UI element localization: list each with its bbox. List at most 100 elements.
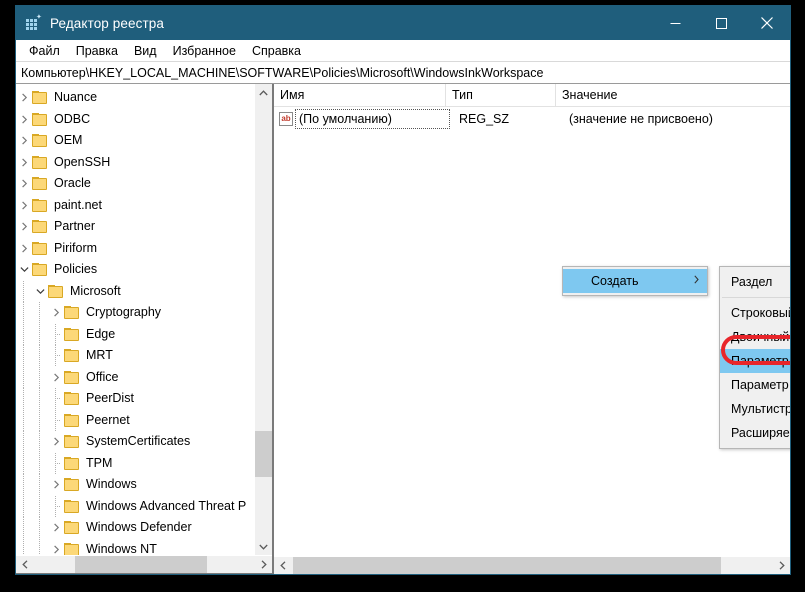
- chevron-right-icon[interactable]: [16, 87, 32, 108]
- values-horizontal-scrollbar[interactable]: [274, 556, 790, 574]
- chevron-right-icon[interactable]: [16, 130, 32, 151]
- column-header-value[interactable]: Значение: [556, 84, 790, 106]
- close-button[interactable]: [744, 6, 790, 40]
- menu-item-help[interactable]: Справка: [244, 43, 309, 59]
- tree-item-paint-net[interactable]: paint.net: [16, 195, 254, 217]
- tree-item-label: Microsoft: [70, 283, 121, 298]
- window-title: Редактор реестра: [50, 15, 164, 31]
- scroll-right-button[interactable]: [255, 556, 272, 573]
- tree-hscroll-track[interactable]: [33, 556, 255, 573]
- chevron-right-icon[interactable]: [48, 517, 64, 538]
- tree-item-tpm[interactable]: TPM: [16, 452, 254, 475]
- context-menu-new[interactable]: Создать: [562, 266, 708, 296]
- tree-item-systemcertificates[interactable]: SystemCertificates: [16, 431, 254, 453]
- tree-item-piriform[interactable]: Piriform: [16, 238, 254, 260]
- chevron-down-icon[interactable]: [16, 259, 32, 280]
- values-scroll-right-button[interactable]: [773, 557, 790, 574]
- menu-item-view[interactable]: Вид: [126, 43, 165, 59]
- context-submenu-item[interactable]: Расширяемый строковый параметр: [720, 421, 790, 445]
- folder-icon: [64, 327, 79, 341]
- tree-indent-guide: [32, 345, 48, 367]
- chevron-right-icon[interactable]: [16, 152, 32, 173]
- tree-item-label: OEM: [54, 133, 83, 148]
- chevron-right-icon[interactable]: [48, 474, 64, 495]
- address-bar[interactable]: Компьютер\HKEY_LOCAL_MACHINE\SOFTWARE\Po…: [16, 61, 790, 84]
- folder-icon: [32, 91, 47, 105]
- values-hscroll-track[interactable]: [291, 557, 773, 574]
- tree-item-odbc[interactable]: ODBC: [16, 109, 254, 131]
- context-submenu-item[interactable]: Параметр DWORD (32 бита): [720, 349, 790, 373]
- tree-item-peernet[interactable]: Peernet: [16, 409, 254, 432]
- context-submenu-item[interactable]: Мультистроковый параметр: [720, 397, 790, 421]
- scroll-up-button[interactable]: [255, 84, 272, 101]
- minimize-button[interactable]: [652, 6, 698, 40]
- tree-hscroll-thumb[interactable]: [75, 556, 207, 573]
- tree-indent-guide: [16, 323, 32, 345]
- tree-leaf-connector: [48, 495, 64, 517]
- chevron-right-icon[interactable]: [16, 216, 32, 237]
- tree-item-oem[interactable]: OEM: [16, 130, 254, 152]
- context-submenu-new[interactable]: Раздел Строковый параметрДвоичный парамет…: [719, 266, 790, 449]
- chevron-right-icon[interactable]: [48, 367, 64, 388]
- tree-scroll-track[interactable]: [255, 101, 272, 538]
- tree-item-label: Edge: [86, 326, 116, 341]
- folder-icon: [64, 542, 79, 555]
- tree-item-windows-advanced-threat-p[interactable]: Windows Advanced Threat P: [16, 495, 254, 518]
- tree-vertical-scrollbar[interactable]: [254, 84, 272, 555]
- tree-item-label: Oracle: [54, 176, 91, 191]
- chevron-right-icon[interactable]: [16, 109, 32, 130]
- column-header-name[interactable]: Имя: [274, 84, 446, 106]
- folder-icon: [64, 456, 79, 470]
- chevron-right-icon[interactable]: [16, 173, 32, 194]
- chevron-right-icon[interactable]: [48, 431, 64, 452]
- tree-leaf-connector: [48, 388, 64, 410]
- chevron-right-icon[interactable]: [16, 238, 32, 259]
- column-header-type[interactable]: Тип: [446, 84, 556, 106]
- tree-item-edge[interactable]: Edge: [16, 323, 254, 346]
- context-menu-item-new[interactable]: Создать: [563, 269, 707, 293]
- tree-item-label: Windows Advanced Threat P: [86, 498, 247, 513]
- scroll-left-button[interactable]: [16, 556, 33, 573]
- menu-item-edit[interactable]: Правка: [68, 43, 126, 59]
- context-submenu-item[interactable]: Двоичный параметр: [720, 325, 790, 349]
- tree-scroll-thumb[interactable]: [255, 431, 272, 477]
- tree-item-windows-nt[interactable]: Windows NT: [16, 538, 254, 555]
- values-hscroll-thumb[interactable]: [293, 557, 721, 574]
- tree-indent-guide: [16, 431, 32, 453]
- tree-indent-guide: [16, 409, 32, 431]
- folder-icon: [64, 413, 79, 427]
- chevron-down-icon[interactable]: [32, 281, 48, 302]
- tree-item-policies[interactable]: Policies: [16, 259, 254, 281]
- folder-icon: [32, 112, 47, 126]
- menu-item-file[interactable]: Файл: [21, 43, 68, 59]
- scroll-down-button[interactable]: [255, 538, 272, 555]
- tree-item-oracle[interactable]: Oracle: [16, 173, 254, 195]
- value-name-cell[interactable]: (По умолчанию): [295, 109, 450, 129]
- maximize-button[interactable]: [698, 6, 744, 40]
- tree-item-nuance[interactable]: Nuance: [16, 87, 254, 109]
- context-submenu-item[interactable]: Раздел: [720, 270, 790, 294]
- tree-item-label: Windows NT: [86, 541, 157, 555]
- tree-item-office[interactable]: Office: [16, 366, 254, 389]
- table-row[interactable]: ab (По умолчанию) REG_SZ (значение не пр…: [274, 109, 790, 129]
- tree-item-mrt[interactable]: MRT: [16, 345, 254, 367]
- tree-item-openssh[interactable]: OpenSSH: [16, 152, 254, 174]
- menu-item-favorites[interactable]: Избранное: [165, 43, 244, 59]
- registry-tree[interactable]: Nuance ODBC OEM OpenSSH Oracle paint.net Partn…: [16, 84, 254, 555]
- tree-item-cryptography[interactable]: Cryptography: [16, 302, 254, 324]
- chevron-right-icon[interactable]: [16, 195, 32, 216]
- tree-item-windows[interactable]: Windows: [16, 474, 254, 496]
- tree-item-windows-defender[interactable]: Windows Defender: [16, 517, 254, 539]
- tree-item-partner[interactable]: Partner: [16, 216, 254, 238]
- tree-horizontal-scrollbar[interactable]: [16, 555, 272, 573]
- values-scroll-left-button[interactable]: [274, 557, 291, 574]
- tree-item-label: TPM: [86, 455, 113, 470]
- chevron-right-icon[interactable]: [48, 302, 64, 323]
- context-submenu-item[interactable]: Строковый параметр: [720, 301, 790, 325]
- tree-indent-guide: [16, 495, 32, 517]
- chevron-right-icon[interactable]: [48, 539, 64, 555]
- folder-icon: [48, 284, 63, 298]
- tree-item-peerdist[interactable]: PeerDist: [16, 388, 254, 410]
- tree-item-microsoft[interactable]: Microsoft: [16, 280, 254, 303]
- context-submenu-item[interactable]: Параметр QWORD (64 бита): [720, 373, 790, 397]
